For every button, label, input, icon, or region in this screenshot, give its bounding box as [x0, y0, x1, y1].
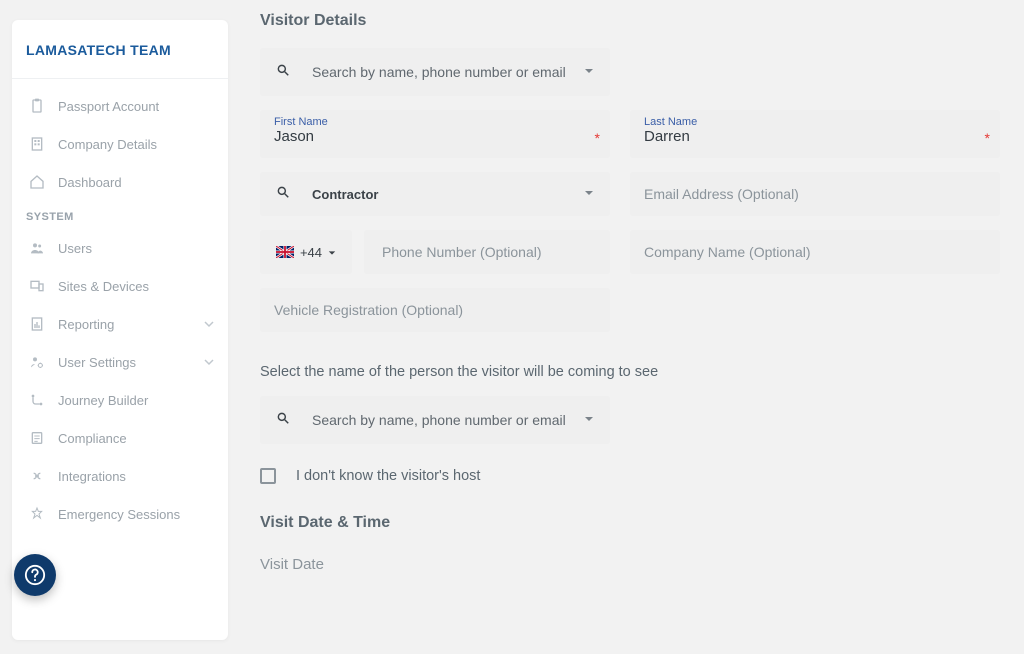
help-button[interactable] [14, 554, 56, 596]
unknown-host-checkbox-row[interactable]: I don't know the visitor's host [260, 458, 1000, 508]
email-field[interactable]: Email Address (Optional) [630, 172, 1000, 216]
search-placeholder: Search by name, phone number or email [312, 64, 566, 80]
host-search-dropdown[interactable]: Search by name, phone number or email [260, 396, 610, 444]
sidebar: LAMASATECH TEAM Passport Account Company… [12, 20, 228, 640]
search-icon [276, 411, 290, 430]
integrations-icon [26, 467, 48, 485]
last-name-label: Last Name [644, 116, 986, 128]
caret-down-icon [584, 185, 594, 203]
sidebar-item-label: Compliance [58, 431, 127, 446]
checkbox-empty-icon[interactable] [260, 468, 276, 484]
sidebar-item-label: Passport Account [58, 99, 159, 114]
sidebar-item-label: Users [58, 241, 92, 256]
sidebar-item-company-details[interactable]: Company Details [12, 125, 228, 163]
sidebar-item-label: Company Details [58, 137, 157, 152]
sidebar-item-users[interactable]: Users [12, 229, 228, 267]
required-star: * [985, 130, 990, 146]
host-helper-text: Select the name of the person the visito… [260, 346, 1000, 396]
first-name-value: Jason [274, 128, 596, 145]
required-star: * [595, 130, 600, 146]
phone-number-field[interactable]: Phone Number (Optional) [364, 230, 610, 274]
chevron-down-icon [204, 355, 214, 370]
last-name-value: Darren [644, 128, 986, 145]
users-icon [26, 239, 48, 257]
caret-down-icon [328, 245, 336, 260]
host-search-placeholder: Search by name, phone number or email [312, 412, 566, 428]
visitor-category-dropdown[interactable]: Contractor [260, 172, 610, 216]
vehicle-reg-field[interactable]: Vehicle Registration (Optional) [260, 288, 610, 332]
unknown-host-label: I don't know the visitor's host [296, 468, 480, 484]
sidebar-item-sites-devices[interactable]: Sites & Devices [12, 267, 228, 305]
sidebar-item-label: Journey Builder [58, 393, 148, 408]
sidebar-item-label: Integrations [58, 469, 126, 484]
sidebar-item-label: Sites & Devices [58, 279, 149, 294]
visitor-search-dropdown[interactable]: Search by name, phone number or email [260, 48, 610, 96]
visit-date-label: Visit Date [260, 556, 1000, 573]
brand-name: LAMASATECH TEAM [26, 42, 214, 58]
sidebar-item-label: Dashboard [58, 175, 122, 190]
first-name-field[interactable]: First Name Jason * [260, 110, 610, 158]
first-name-label: First Name [274, 116, 596, 128]
phone-country-code[interactable]: +44 [260, 230, 352, 274]
sidebar-item-dashboard[interactable]: Dashboard [12, 163, 228, 201]
nav: Passport Account Company Details Dashboa… [12, 79, 228, 541]
devices-icon [26, 277, 48, 295]
section-title-visitor-details: Visitor Details [260, 0, 1000, 48]
sidebar-section-system: SYSTEM [12, 201, 228, 229]
company-name-field[interactable]: Company Name (Optional) [630, 230, 1000, 274]
company-placeholder: Company Name (Optional) [644, 244, 811, 260]
vehicle-placeholder: Vehicle Registration (Optional) [274, 302, 463, 318]
caret-down-icon [584, 411, 594, 429]
brand-header: LAMASATECH TEAM [12, 20, 228, 79]
caret-down-icon [584, 63, 594, 81]
email-placeholder: Email Address (Optional) [644, 186, 799, 202]
clipboard-icon [26, 97, 48, 115]
sidebar-item-user-settings[interactable]: User Settings [12, 343, 228, 381]
chevron-down-icon [204, 317, 214, 332]
sidebar-item-label: User Settings [58, 355, 136, 370]
building-icon [26, 135, 48, 153]
sidebar-item-reporting[interactable]: Reporting [12, 305, 228, 343]
sidebar-item-emergency-sessions[interactable]: Emergency Sessions [12, 495, 228, 533]
help-icon [24, 564, 46, 586]
journey-icon [26, 391, 48, 409]
phone-placeholder: Phone Number (Optional) [382, 244, 542, 260]
last-name-field[interactable]: Last Name Darren * [630, 110, 1000, 158]
user-settings-icon [26, 353, 48, 371]
phone-code-value: +44 [300, 245, 322, 260]
main-content: Visitor Details Search by name, phone nu… [240, 0, 1024, 654]
report-icon [26, 315, 48, 333]
sidebar-item-compliance[interactable]: Compliance [12, 419, 228, 457]
search-icon [276, 185, 290, 204]
compliance-icon [26, 429, 48, 447]
flag-uk-icon [276, 246, 294, 258]
sidebar-item-label: Emergency Sessions [58, 507, 180, 522]
sidebar-item-label: Reporting [58, 317, 114, 332]
home-icon [26, 173, 48, 191]
sidebar-item-journey-builder[interactable]: Journey Builder [12, 381, 228, 419]
category-value: Contractor [312, 187, 378, 202]
section-title-visit-datetime: Visit Date & Time [260, 508, 1000, 556]
search-icon [276, 63, 290, 82]
emergency-icon [26, 505, 48, 523]
sidebar-item-integrations[interactable]: Integrations [12, 457, 228, 495]
sidebar-item-passport-account[interactable]: Passport Account [12, 87, 228, 125]
